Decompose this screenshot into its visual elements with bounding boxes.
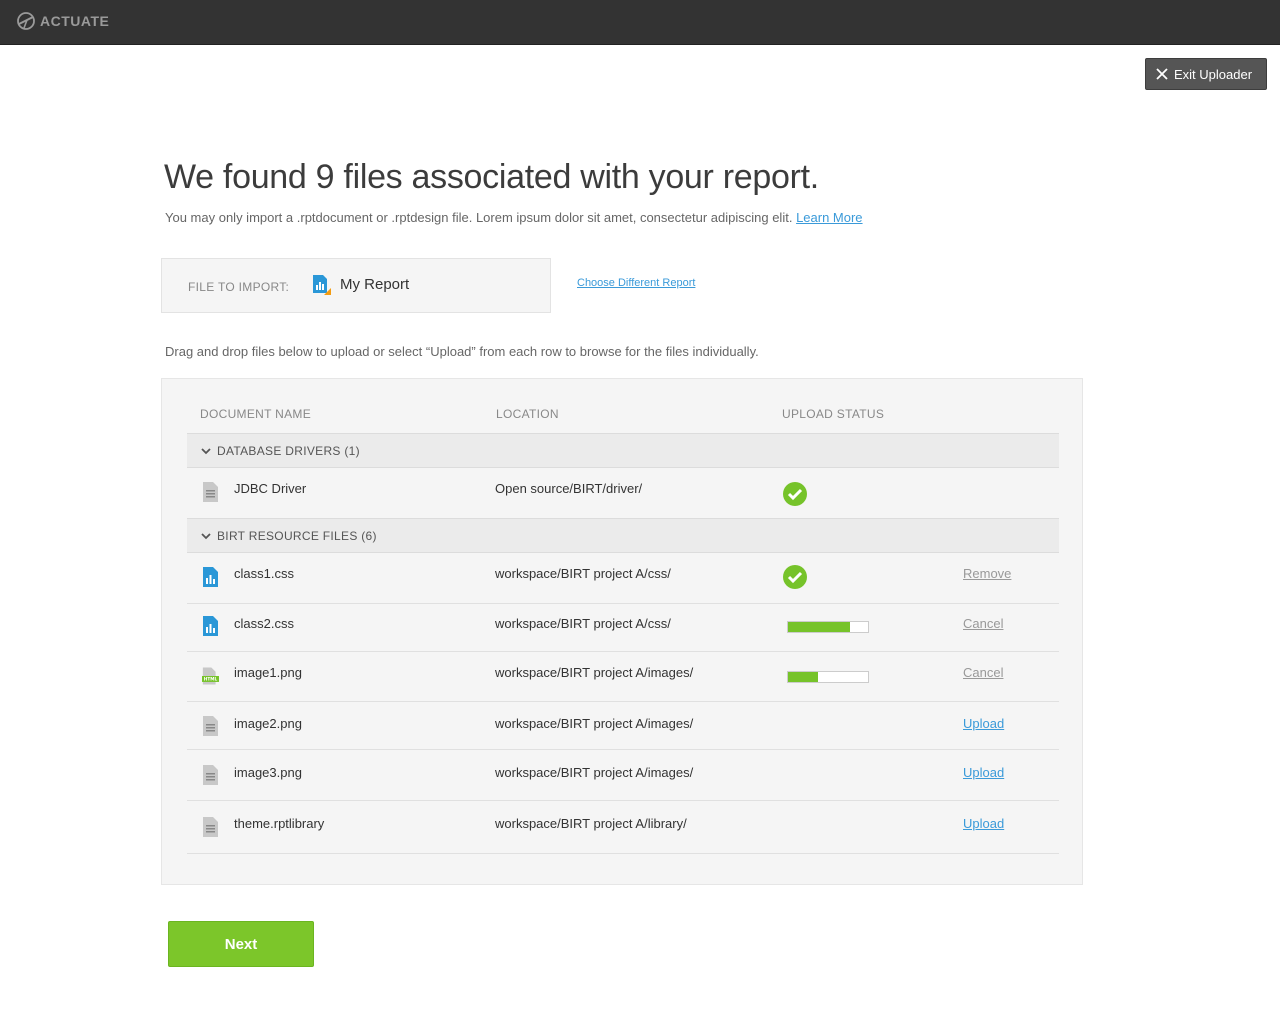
group-label: BIRT RESOURCE FILES (6) (217, 528, 377, 543)
files-panel: DOCUMENT NAME LOCATION UPLOAD STATUS DAT… (161, 378, 1083, 885)
document-name: image2.png (234, 716, 302, 731)
file-to-import-name: My Report (340, 276, 410, 293)
next-button[interactable]: Next (168, 921, 314, 967)
document-location: workspace/BIRT project A/css/ (495, 566, 671, 581)
upload-button[interactable]: Upload (963, 716, 1004, 731)
table-row: JDBC Driver Open source/BIRT/driver/ (187, 468, 1059, 519)
document-name: class2.css (234, 616, 294, 631)
svg-text:HTML: HTML (204, 677, 218, 683)
upload-progress-bar (787, 671, 869, 683)
brand-name: ACTUATE (40, 13, 110, 29)
upload-button[interactable]: Upload (963, 816, 1004, 831)
brand-logo[interactable]: ACTUATE (16, 11, 109, 31)
document-icon (203, 765, 218, 785)
document-location: workspace/BIRT project A/library/ (495, 816, 687, 831)
table-row: class2.css workspace/BIRT project A/css/… (187, 604, 1059, 652)
close-icon (1156, 68, 1168, 80)
page-title: We found 9 files associated with your re… (164, 158, 819, 196)
column-header-upload-status: UPLOAD STATUS (782, 407, 885, 421)
cancel-button[interactable]: Cancel (963, 665, 1003, 680)
document-name: theme.rptlibrary (234, 816, 325, 831)
page-subtitle: You may only import a .rptdocument or .r… (165, 210, 863, 225)
document-icon (203, 716, 218, 736)
top-bar: ACTUATE (0, 0, 1280, 45)
column-header-document-name: DOCUMENT NAME (200, 407, 312, 421)
cancel-button[interactable]: Cancel (963, 616, 1003, 631)
exit-uploader-button[interactable]: Exit Uploader (1145, 58, 1267, 90)
report-icon (203, 616, 218, 636)
html-file-icon: HTML (202, 667, 219, 685)
choose-different-report-link[interactable]: Choose Different Report (577, 277, 695, 289)
subtitle-text: You may only import a .rptdocument or .r… (165, 210, 793, 225)
document-name: image1.png (234, 665, 302, 680)
group-birt-resource-files[interactable]: BIRT RESOURCE FILES (6) (187, 518, 1059, 553)
check-circle-icon (783, 565, 807, 589)
chevron-down-icon (201, 532, 211, 539)
remove-button[interactable]: Remove (963, 566, 1011, 581)
document-icon (203, 482, 218, 502)
exit-uploader-label: Exit Uploader (1174, 66, 1253, 82)
next-button-label: Next (224, 935, 258, 953)
document-name: image3.png (234, 765, 302, 780)
actuate-logo-icon (17, 12, 35, 30)
group-label: DATABASE DRIVERS (1) (217, 443, 360, 458)
learn-more-link[interactable]: Learn More (796, 210, 862, 225)
document-location: workspace/BIRT project A/css/ (495, 616, 671, 631)
table-row: HTML image1.png workspace/BIRT project A… (187, 652, 1059, 702)
table-row: class1.css workspace/BIRT project A/css/… (187, 553, 1059, 604)
file-to-import-box: FILE TO IMPORT: My Report (161, 258, 551, 313)
group-database-drivers[interactable]: DATABASE DRIVERS (1) (187, 433, 1059, 468)
upload-instructions: Drag and drop files below to upload or s… (165, 344, 759, 359)
report-icon (203, 567, 218, 587)
document-location: workspace/BIRT project A/images/ (495, 665, 694, 680)
table-row: image2.png workspace/BIRT project A/imag… (187, 702, 1059, 750)
document-icon (203, 817, 218, 837)
document-name: JDBC Driver (234, 481, 307, 496)
chevron-down-icon (201, 447, 211, 454)
table-row: theme.rptlibrary workspace/BIRT project … (187, 801, 1059, 854)
document-name: class1.css (234, 566, 294, 581)
table-row: image3.png workspace/BIRT project A/imag… (187, 750, 1059, 801)
upload-button[interactable]: Upload (963, 765, 1004, 780)
check-circle-icon (783, 482, 807, 506)
file-to-import-label: FILE TO IMPORT: (188, 280, 290, 294)
upload-progress-bar (787, 621, 869, 633)
progress-fill (788, 672, 819, 682)
document-location: Open source/BIRT/driver/ (495, 481, 643, 496)
document-location: workspace/BIRT project A/images/ (495, 716, 694, 731)
document-location: workspace/BIRT project A/images/ (495, 765, 694, 780)
column-header-location: LOCATION (496, 407, 559, 421)
report-file-icon (313, 275, 331, 295)
progress-fill (788, 622, 851, 632)
